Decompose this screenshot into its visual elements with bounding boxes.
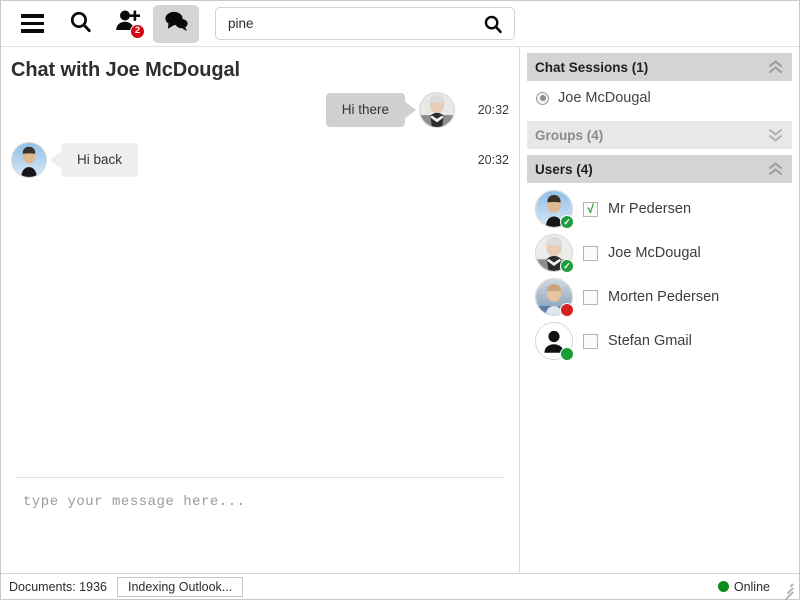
message-composer[interactable]: type your message here... bbox=[15, 477, 505, 573]
message-bubble: Hi there bbox=[325, 92, 405, 128]
status-badge-online: ✓ bbox=[560, 215, 574, 229]
right-sidebar: Chat Sessions (1) Joe McDougal Groups (4… bbox=[520, 47, 799, 573]
message-row-incoming: Hi back 20:32 bbox=[11, 142, 509, 178]
user-checkbox[interactable] bbox=[583, 245, 598, 261]
search-submit-icon[interactable] bbox=[480, 13, 506, 35]
search-field-wrapper[interactable] bbox=[215, 7, 515, 40]
add-person-badge: 2 bbox=[130, 23, 145, 39]
panel-header-users[interactable]: Users (4) bbox=[527, 155, 792, 183]
content-area: Chat with Joe McDougal Hi there 20:32 Hi… bbox=[1, 47, 799, 573]
user-name: Mr Pedersen bbox=[608, 201, 692, 217]
search-button[interactable] bbox=[57, 5, 103, 43]
message-bubble: Hi back bbox=[61, 142, 139, 178]
chat-button[interactable] bbox=[153, 4, 199, 43]
status-badge-online bbox=[560, 347, 574, 361]
add-person-button[interactable]: 2 bbox=[105, 5, 151, 43]
message-timestamp: 20:32 bbox=[477, 103, 509, 117]
message-avatar bbox=[419, 92, 455, 128]
status-badge-online: ✓ bbox=[560, 259, 574, 273]
chat-bubbles-icon bbox=[162, 9, 190, 38]
user-row[interactable]: Morten Pedersen bbox=[527, 275, 792, 319]
session-item-joe-mcdougal[interactable]: Joe McDougal bbox=[527, 81, 792, 115]
status-bar: Documents: 1936 Indexing Outlook... Onli… bbox=[1, 573, 799, 600]
indexing-task-button[interactable]: Indexing Outlook... bbox=[116, 576, 244, 597]
user-checkbox[interactable] bbox=[583, 289, 598, 305]
message-avatar bbox=[11, 142, 47, 178]
message-input-placeholder[interactable]: type your message here... bbox=[15, 494, 505, 510]
chevron-double-up-icon[interactable] bbox=[767, 161, 784, 177]
user-name: Joe McDougal bbox=[608, 245, 701, 261]
resize-grip-icon[interactable] bbox=[779, 580, 794, 600]
user-checkbox[interactable]: √ bbox=[583, 201, 598, 217]
chat-application-window: 2 Chat wi bbox=[0, 0, 800, 600]
search-icon bbox=[68, 9, 93, 39]
connection-status: Online bbox=[717, 579, 794, 600]
user-row[interactable]: ✓ √ Mr Pedersen bbox=[527, 187, 792, 231]
message-row-outgoing: Hi there 20:32 bbox=[11, 92, 509, 128]
panel-header-chat-sessions[interactable]: Chat Sessions (1) bbox=[527, 53, 792, 81]
avatar bbox=[535, 278, 574, 317]
panel-title: Chat Sessions (1) bbox=[535, 59, 649, 75]
user-row[interactable]: Stefan Gmail bbox=[527, 319, 792, 363]
session-name: Joe McDougal bbox=[558, 90, 651, 106]
message-timestamp: 20:32 bbox=[477, 153, 509, 167]
avatar: ✓ bbox=[535, 190, 574, 229]
menu-button[interactable] bbox=[9, 5, 55, 43]
message-list: Hi there 20:32 Hi back 20:32 bbox=[1, 92, 519, 477]
status-badge-busy bbox=[560, 303, 574, 317]
main-toolbar: 2 bbox=[1, 1, 799, 47]
hamburger-icon bbox=[20, 14, 44, 33]
panel-title: Groups (4) bbox=[535, 127, 604, 143]
chevron-double-up-icon[interactable] bbox=[767, 59, 784, 75]
panel-title: Users (4) bbox=[535, 161, 593, 177]
panel-header-groups[interactable]: Groups (4) bbox=[527, 121, 792, 149]
search-input[interactable] bbox=[228, 16, 480, 31]
user-name: Morten Pedersen bbox=[608, 289, 720, 305]
chevron-double-down-icon[interactable] bbox=[767, 127, 784, 143]
avatar bbox=[535, 322, 574, 361]
chat-title: Chat with Joe McDougal bbox=[11, 59, 240, 81]
users-list: ✓ √ Mr Pedersen ✓ Joe McDougal Morten Pe… bbox=[527, 183, 792, 363]
avatar: ✓ bbox=[535, 234, 574, 273]
online-dot-icon bbox=[717, 581, 729, 592]
documents-count: Documents: 1936 bbox=[9, 579, 107, 594]
user-name: Stefan Gmail bbox=[608, 333, 692, 349]
chat-pane: Chat with Joe McDougal Hi there 20:32 Hi… bbox=[1, 47, 520, 573]
user-row[interactable]: ✓ Joe McDougal bbox=[527, 231, 792, 275]
user-checkbox[interactable] bbox=[583, 333, 598, 349]
session-radio[interactable] bbox=[536, 91, 549, 105]
connection-label: Online bbox=[733, 579, 770, 594]
